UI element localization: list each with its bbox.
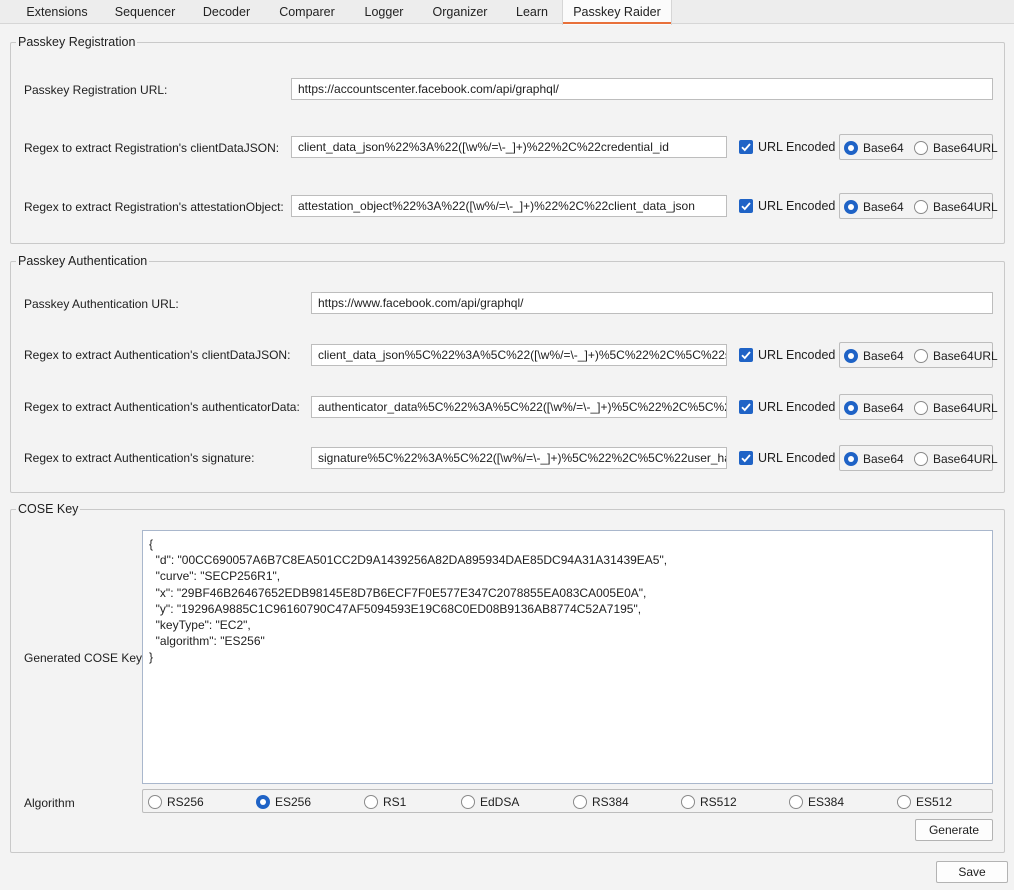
passkey-registration-group: Passkey Registration Passkey Registratio… <box>10 35 1005 244</box>
registration-clientdata-label: Regex to extract Registration's clientDa… <box>24 141 280 155</box>
tab-extensions[interactable]: Extensions <box>13 0 101 24</box>
authentication-clientdata-regex-input[interactable]: client_data_json%5C%22%3A%5C%22([\w%/=\-… <box>311 344 727 366</box>
cose-key-legend: COSE Key <box>16 502 81 517</box>
cose-key-group: COSE Key Generated COSE Key { "d": "00CC… <box>10 502 1005 853</box>
authentication-authenticatordata-label: Regex to extract Authentication's authen… <box>24 400 300 414</box>
tab-comparer[interactable]: Comparer <box>264 0 350 24</box>
base64url-label: Base64URL <box>933 401 998 415</box>
checkbox-checked-icon <box>739 348 753 362</box>
authentication-signature-label: Regex to extract Authentication's signat… <box>24 451 255 465</box>
registration-attestation-encoding-group: Base64 Base64URL <box>839 193 998 219</box>
algorithm-option-label: ES384 <box>808 795 845 809</box>
url-encoded-label: URL Encoded <box>758 400 836 414</box>
algorithm-radio-group: RS256 ES256 RS1 EdDSA RS384 RS512 ES384 <box>142 789 993 813</box>
radio-unselected-icon <box>914 452 928 466</box>
passkey-authentication-group: Passkey Authentication Passkey Authentic… <box>10 254 1005 493</box>
authentication-url-label: Passkey Authentication URL: <box>24 297 179 311</box>
authentication-clientdata-encoding-group: Base64 Base64URL <box>839 342 998 368</box>
checkbox-checked-icon <box>739 199 753 213</box>
generate-button[interactable]: Generate <box>915 819 993 841</box>
base64url-label: Base64URL <box>933 452 998 466</box>
radio-unselected-icon <box>914 200 928 214</box>
algorithm-option-label: ES256 <box>275 795 312 809</box>
base64url-label: Base64URL <box>933 200 998 214</box>
base64-label: Base64 <box>863 401 904 415</box>
url-encoded-label: URL Encoded <box>758 348 836 362</box>
radio-selected-icon <box>844 452 858 466</box>
checkbox-checked-icon <box>739 140 753 154</box>
authentication-authenticatordata-encoding-group: Base64 Base64URL <box>839 394 998 420</box>
registration-attestation-label: Regex to extract Registration's attestat… <box>24 200 284 214</box>
tab-logger[interactable]: Logger <box>350 0 418 24</box>
algorithm-option-label: ES512 <box>916 795 953 809</box>
checkbox-checked-icon <box>739 400 753 414</box>
registration-clientdata-encoding-group: Base64 Base64URL <box>839 134 998 160</box>
base64-label: Base64 <box>863 200 904 214</box>
radio-unselected-icon <box>914 141 928 155</box>
algorithm-option-label: RS512 <box>700 795 737 809</box>
radio-selected-icon <box>844 401 858 415</box>
generated-cose-key-textarea[interactable]: { "d": "00CC690057A6B7C8EA501CC2D9A14392… <box>142 530 993 784</box>
radio-unselected-icon <box>573 795 587 809</box>
url-encoded-label: URL Encoded <box>758 199 836 213</box>
registration-clientdata-regex-input[interactable]: client_data_json%22%3A%22([\w%/=\-_]+)%2… <box>291 136 727 158</box>
radio-selected-icon <box>844 200 858 214</box>
authentication-signature-url-encoded-checkbox[interactable]: URL Encoded <box>739 450 835 466</box>
save-button[interactable]: Save <box>936 861 1008 883</box>
algorithm-option-label: RS256 <box>167 795 204 809</box>
authentication-signature-regex-input[interactable]: signature%5C%22%3A%5C%22([\w%/=\-_]+)%5C… <box>311 447 727 469</box>
tab-organizer[interactable]: Organizer <box>418 0 502 24</box>
registration-clientdata-url-encoded-checkbox[interactable]: URL Encoded <box>739 139 835 155</box>
algorithm-option-label: RS384 <box>592 795 629 809</box>
url-encoded-label: URL Encoded <box>758 140 836 154</box>
generated-cose-key-label: Generated COSE Key <box>24 651 143 665</box>
tab-bar: Extensions Sequencer Decoder Comparer Lo… <box>0 0 1014 25</box>
passkey-authentication-legend: Passkey Authentication <box>16 254 150 269</box>
authentication-authenticatordata-regex-input[interactable]: authenticator_data%5C%22%3A%5C%22([\w%/=… <box>311 396 727 418</box>
tab-sequencer[interactable]: Sequencer <box>101 0 189 24</box>
authentication-url-input[interactable]: https://www.facebook.com/api/graphql/ <box>311 292 993 314</box>
tab-decoder[interactable]: Decoder <box>189 0 264 24</box>
base64-label: Base64 <box>863 452 904 466</box>
tab-passkey-raider[interactable]: Passkey Raider <box>562 0 672 25</box>
url-encoded-label: URL Encoded <box>758 451 836 465</box>
authentication-clientdata-label: Regex to extract Authentication's client… <box>24 348 291 362</box>
radio-selected-icon <box>844 141 858 155</box>
checkbox-checked-icon <box>739 451 753 465</box>
tab-learn[interactable]: Learn <box>502 0 562 24</box>
algorithm-option-label: EdDSA <box>480 795 520 809</box>
radio-unselected-icon <box>364 795 378 809</box>
passkey-registration-legend: Passkey Registration <box>16 35 138 50</box>
radio-unselected-icon <box>897 795 911 809</box>
registration-url-input[interactable]: https://accountscenter.facebook.com/api/… <box>291 78 993 100</box>
registration-attestation-url-encoded-checkbox[interactable]: URL Encoded <box>739 198 835 214</box>
base64-label: Base64 <box>863 141 904 155</box>
algorithm-option-label: RS1 <box>383 795 407 809</box>
authentication-clientdata-url-encoded-checkbox[interactable]: URL Encoded <box>739 347 835 363</box>
base64-label: Base64 <box>863 349 904 363</box>
radio-unselected-icon <box>789 795 803 809</box>
radio-unselected-icon <box>148 795 162 809</box>
registration-url-label: Passkey Registration URL: <box>24 83 168 97</box>
radio-unselected-icon <box>461 795 475 809</box>
radio-unselected-icon <box>914 401 928 415</box>
authentication-signature-encoding-group: Base64 Base64URL <box>839 445 998 471</box>
authentication-authenticatordata-url-encoded-checkbox[interactable]: URL Encoded <box>739 399 835 415</box>
radio-selected-icon <box>844 349 858 363</box>
base64url-label: Base64URL <box>933 141 998 155</box>
radio-unselected-icon <box>914 349 928 363</box>
algorithm-label: Algorithm <box>24 796 75 810</box>
base64url-label: Base64URL <box>933 349 998 363</box>
radio-unselected-icon <box>681 795 695 809</box>
radio-selected-icon <box>256 795 270 809</box>
registration-attestation-regex-input[interactable]: attestation_object%22%3A%22([\w%/=\-_]+)… <box>291 195 727 217</box>
